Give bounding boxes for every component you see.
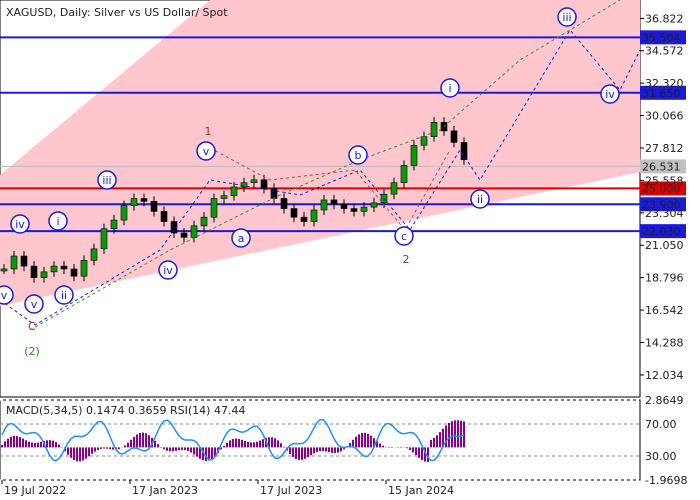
wave-label: (2): [24, 345, 40, 358]
candle-body: [340, 203, 348, 209]
indicator-tick-label: -1.9698: [645, 474, 687, 487]
candle-body: [40, 271, 48, 278]
candle-body: [320, 199, 328, 211]
candle-body: [60, 265, 68, 270]
candle-body: [400, 165, 408, 183]
y-tick-label: 21.050: [645, 239, 684, 252]
x-tick-label: 15 Jan 2024: [388, 484, 454, 497]
candle-body: [410, 144, 418, 166]
x-tick-label: 19 Jul 2022: [4, 484, 66, 497]
candle-body: [350, 208, 358, 212]
candle-body: [420, 136, 428, 146]
candle-body: [360, 206, 368, 212]
candle-body: [390, 182, 398, 195]
wave-label: ii: [61, 289, 67, 302]
y-tick-label: 18.796: [645, 272, 684, 285]
candle-body: [150, 201, 158, 212]
candle-body: [120, 205, 128, 221]
chart-title: XAGUSD, Daily: Silver vs US Dollar/ Spot: [6, 6, 228, 19]
level-label: 35.504: [642, 31, 681, 44]
wave-label: v: [31, 298, 38, 311]
wave-label: c: [401, 230, 407, 243]
candle-body: [140, 198, 148, 202]
y-tick-label: 36.822: [645, 12, 684, 25]
candle-body: [130, 198, 138, 206]
candle-body: [10, 255, 18, 270]
wave-label: 1: [205, 125, 212, 138]
current-price-label: 26.531: [642, 160, 681, 173]
candle-body: [450, 130, 458, 143]
wave-label: v: [1, 289, 8, 302]
candle-body: [430, 121, 438, 137]
y-tick-label: 32.320: [645, 77, 684, 90]
level-label: 22.030: [642, 225, 681, 238]
candle-body: [460, 142, 468, 160]
candle-body: [70, 268, 78, 277]
y-tick-label: 27.812: [645, 142, 684, 155]
candle-body: [370, 202, 378, 208]
wave-label: iii: [102, 174, 111, 187]
candle-body: [90, 248, 98, 261]
wave-label: v: [203, 145, 210, 158]
candle-body: [200, 216, 208, 227]
candle-body: [310, 209, 318, 222]
candle-body: [50, 265, 58, 273]
x-tick-label: 17 Jul 2023: [260, 484, 322, 497]
candle-body: [160, 211, 168, 222]
candle-body: [330, 199, 338, 205]
wave-label: ii: [477, 193, 483, 206]
wave-label: i: [56, 215, 59, 228]
indicator-tick-label: 30.00: [645, 450, 677, 463]
wave-label: a: [238, 232, 245, 245]
candle-body: [0, 268, 8, 272]
wave-label: b: [355, 149, 362, 162]
wave-label: 2: [403, 253, 410, 266]
candle-body: [30, 265, 38, 278]
y-tick-label: 16.542: [645, 304, 684, 317]
candle-body: [260, 179, 268, 189]
indicator-tick-label: 2.8649: [645, 394, 684, 407]
candle-body: [180, 232, 188, 238]
candle-body: [280, 198, 288, 209]
x-tick-label: 17 Jan 2023: [132, 484, 198, 497]
chart-window: 35.504 31.650 25.000 23.900 22.030 26.531 2.8…: [0, 0, 700, 500]
candle-body: [100, 228, 108, 250]
candle-body: [80, 260, 88, 277]
y-tick-label: 30.066: [645, 110, 684, 123]
wave-label: C: [28, 320, 36, 333]
candle-body: [110, 219, 118, 230]
indicator-tick-label: 70.00: [645, 418, 677, 431]
y-tick-label: 23.304: [645, 207, 684, 220]
candle-body: [210, 198, 218, 218]
candle-body: [250, 179, 258, 183]
y-tick-label: 12.034: [645, 369, 684, 382]
wave-label: iii: [562, 11, 571, 24]
candle-body: [230, 186, 238, 196]
candle-body: [290, 208, 298, 218]
y-tick-label: 25.558: [645, 174, 684, 187]
candle-body: [300, 216, 308, 222]
indicator-title: MACD(5,34,5) 0.1474 0.3659 RSI(14) 47.44: [6, 404, 245, 417]
wave-label: iv: [163, 264, 173, 277]
wave-label: iv: [605, 88, 615, 101]
candle-body: [190, 225, 198, 238]
y-tick-label: 14.288: [645, 337, 684, 350]
wave-label: iv: [15, 218, 25, 231]
y-tick-label: 34.572: [645, 45, 684, 58]
wave-label: i: [448, 82, 451, 95]
candle-body: [220, 195, 228, 199]
candle-body: [20, 255, 28, 267]
chart-canvas[interactable]: 35.50431.65025.00023.90022.03026.531 2.8…: [0, 0, 700, 500]
